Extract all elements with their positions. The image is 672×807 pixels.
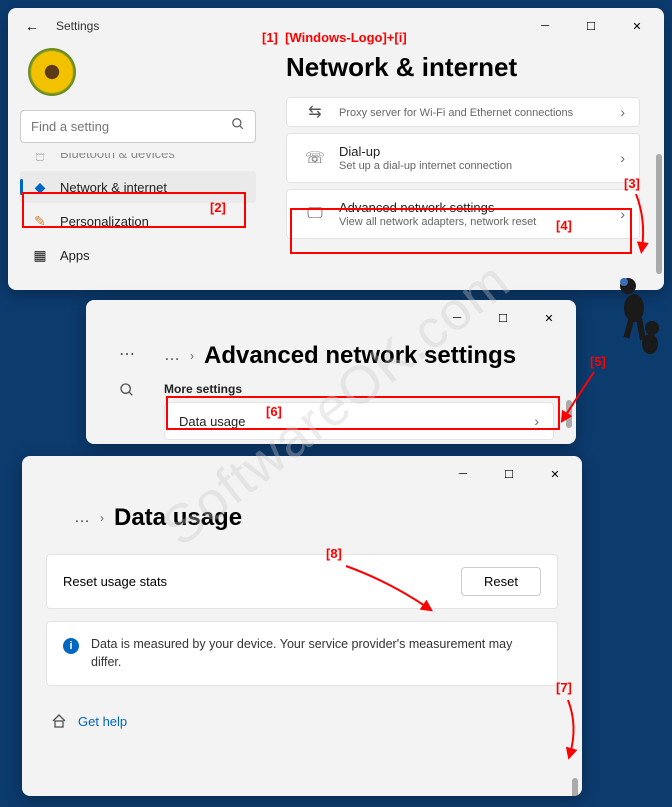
card-sub: Proxy server for Wi-Fi and Ethernet conn… <box>339 107 620 119</box>
reset-label: Reset usage stats <box>63 574 461 589</box>
reset-button[interactable]: Reset <box>461 567 541 596</box>
window-title: Settings <box>56 19 99 33</box>
wifi-icon: ◆ <box>32 179 48 195</box>
sidebar-item-label: Bluetooth & devices <box>60 153 175 161</box>
data-usage-window: ─ ☐ ✕ … › Data usage Reset usage stats R… <box>22 456 582 796</box>
sidebar-item-apps[interactable]: ▦ Apps <box>20 239 256 271</box>
card-data-usage[interactable]: Data usage › <box>164 402 554 440</box>
nav-list: 🖱 Bluetooth & devices ◆ Network & intern… <box>20 153 256 271</box>
brush-icon: ✎ <box>32 213 48 229</box>
info-row: i Data is measured by your device. Your … <box>46 621 558 686</box>
minimize-button[interactable]: ─ <box>522 10 568 42</box>
help-link[interactable]: Get help <box>78 714 127 729</box>
maximize-button[interactable]: ☐ <box>480 302 526 334</box>
dialup-icon: ☏ <box>301 148 329 168</box>
minimize-button[interactable]: ─ <box>440 458 486 490</box>
chevron-right-icon: › <box>620 206 625 222</box>
scrollbar-thumb[interactable] <box>656 154 662 274</box>
info-icon: i <box>63 638 79 654</box>
card-title: Advanced network settings <box>339 200 620 215</box>
sidebar: 🖱 Bluetooth & devices ◆ Network & intern… <box>8 44 268 290</box>
advanced-network-window: ─ ☐ ✕ ⋯ … › Advanced network settings Mo… <box>86 300 576 444</box>
maximize-button[interactable]: ☐ <box>568 10 614 42</box>
scrollbar-thumb[interactable] <box>566 400 572 428</box>
content-area: Network & internet ⇆ Proxy server for Wi… <box>268 44 664 290</box>
sidebar-item-label: Personalization <box>60 214 149 229</box>
search-icon <box>231 117 245 136</box>
close-button[interactable]: ✕ <box>532 458 578 490</box>
card-title: Data usage <box>179 414 534 429</box>
chevron-right-icon: › <box>190 349 194 363</box>
info-text: Data is measured by your device. Your se… <box>91 636 541 671</box>
breadcrumb: … › Data usage <box>46 498 558 532</box>
search-box[interactable] <box>20 110 256 143</box>
card-sub: View all network adapters, network reset <box>339 216 620 228</box>
titlebar: ─ ☐ ✕ <box>22 456 582 492</box>
bluetooth-icon: 🖱 <box>32 153 48 161</box>
scrollbar-thumb[interactable] <box>572 778 578 796</box>
minimize-button[interactable]: ─ <box>434 302 480 334</box>
card-title: Dial-up <box>339 144 620 159</box>
breadcrumb-title: Advanced network settings <box>204 342 516 370</box>
close-button[interactable]: ✕ <box>614 10 660 42</box>
collapsed-sidebar: ⋯ <box>86 344 168 444</box>
titlebar: ← Settings ─ ☐ ✕ <box>8 8 664 44</box>
sidebar-item-bluetooth[interactable]: 🖱 Bluetooth & devices <box>20 153 256 169</box>
back-button[interactable]: ← <box>20 14 44 38</box>
sidebar-item-label: Apps <box>60 248 90 263</box>
sidebar-item-network[interactable]: ◆ Network & internet <box>20 171 256 203</box>
breadcrumb-back-icon[interactable]: … <box>74 509 90 527</box>
chevron-right-icon: › <box>620 150 625 166</box>
section-label: More settings <box>164 382 576 396</box>
annotation-5: [5] <box>590 354 606 369</box>
more-icon[interactable]: ⋯ <box>119 344 135 364</box>
close-button[interactable]: ✕ <box>526 302 572 334</box>
user-avatar[interactable] <box>28 48 76 96</box>
card-proxy[interactable]: ⇆ Proxy server for Wi-Fi and Ethernet co… <box>286 97 640 127</box>
page-title: Network & internet <box>286 52 640 83</box>
search-input[interactable] <box>31 119 231 134</box>
reset-row: Reset usage stats Reset <box>46 554 558 609</box>
help-row[interactable]: Get help <box>46 712 558 730</box>
titlebar: ─ ☐ ✕ <box>86 300 576 336</box>
monitor-icon: 🖵 <box>301 205 329 223</box>
mascot-image <box>608 272 668 362</box>
chevron-right-icon: › <box>620 104 625 120</box>
breadcrumb: … › Advanced network settings <box>164 336 576 370</box>
card-dialup[interactable]: ☏ Dial-up Set up a dial-up internet conn… <box>286 133 640 183</box>
search-icon[interactable] <box>119 382 135 403</box>
sidebar-item-personalization[interactable]: ✎ Personalization <box>20 205 256 237</box>
breadcrumb-title: Data usage <box>114 504 242 532</box>
apps-icon: ▦ <box>32 247 48 263</box>
card-advanced-network[interactable]: 🖵 Advanced network settings View all net… <box>286 189 640 239</box>
sidebar-item-label: Network & internet <box>60 180 167 195</box>
chevron-right-icon: › <box>534 413 539 429</box>
card-sub: Set up a dial-up internet connection <box>339 160 620 172</box>
proxy-icon: ⇆ <box>301 102 329 122</box>
chevron-right-icon: › <box>100 511 104 525</box>
settings-window: ← Settings ─ ☐ ✕ 🖱 Bluetooth & devices <box>8 8 664 290</box>
help-icon <box>50 712 68 730</box>
maximize-button[interactable]: ☐ <box>486 458 532 490</box>
